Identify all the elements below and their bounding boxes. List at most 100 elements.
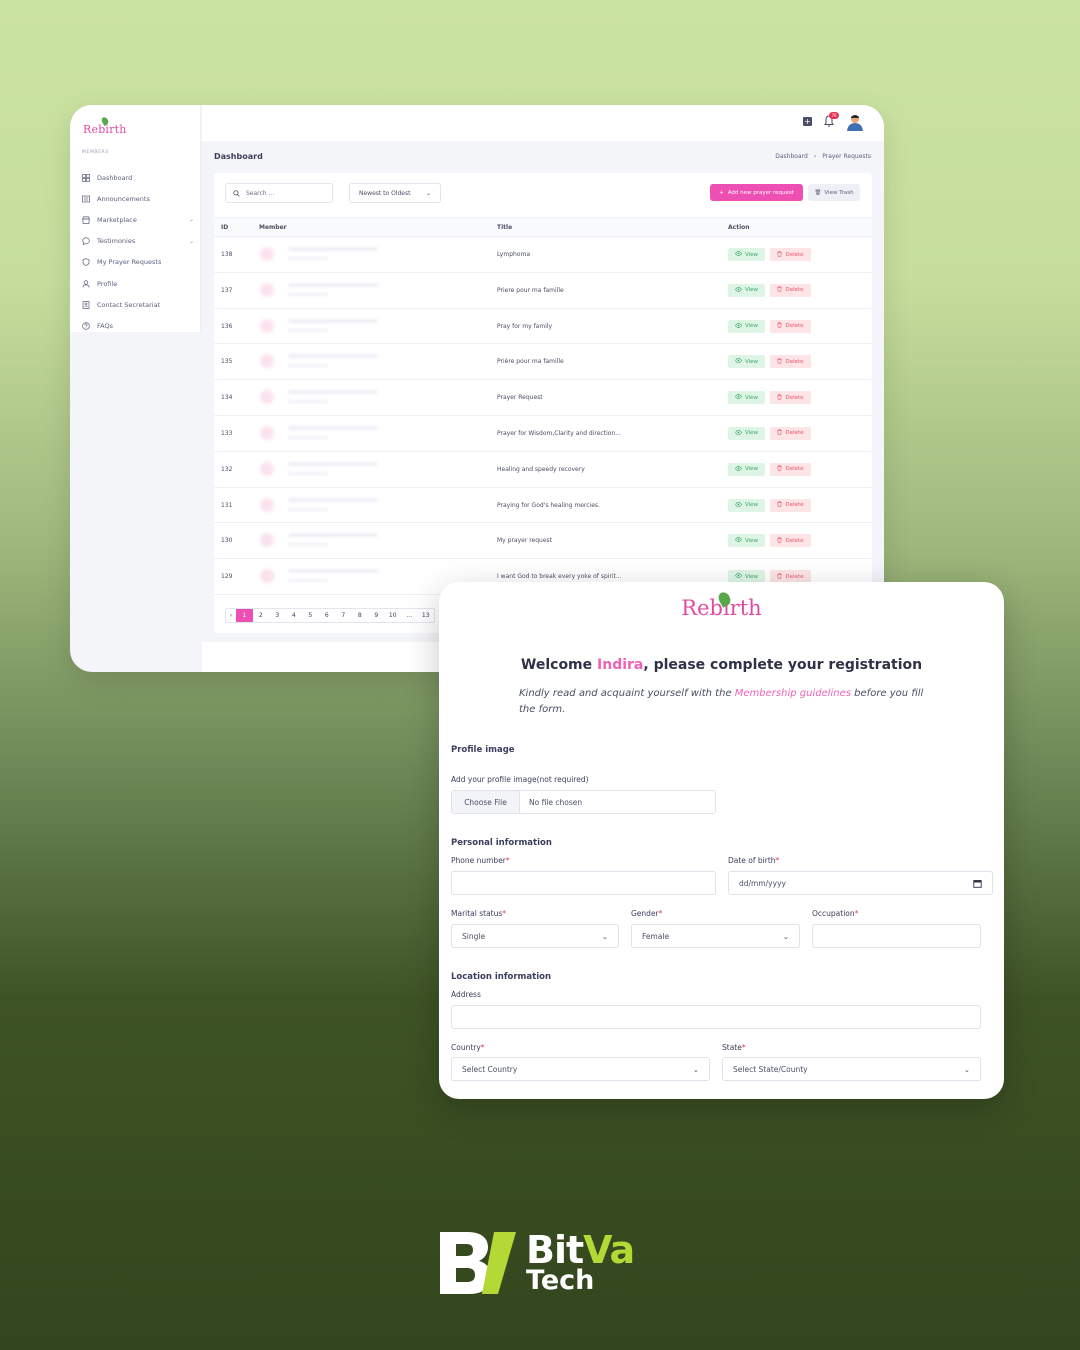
marital-status-select[interactable]: Single ⌄ [451, 924, 619, 948]
notification-badge: 76 [829, 112, 839, 119]
member-avatar-blurred [260, 425, 274, 440]
country-select[interactable]: Select Country ⌄ [451, 1057, 710, 1081]
occupation-input[interactable] [812, 924, 981, 948]
intro-text: Kindly read and acquaint yourself with t… [519, 686, 929, 718]
pagination-page[interactable]: 13 [418, 609, 435, 622]
pagination-page[interactable]: 10 [385, 609, 402, 622]
state-select[interactable]: Select State/County ⌄ [722, 1057, 981, 1081]
pagination-page[interactable]: 6 [319, 609, 336, 622]
gender-select[interactable]: Female ⌄ [631, 924, 800, 948]
sidebar-item-announcements[interactable]: Announcements [82, 188, 194, 209]
member-detail-blurred [288, 257, 328, 260]
view-label: View [744, 394, 759, 401]
view-button[interactable]: View [728, 248, 765, 261]
occupation-label: Occupation* [812, 909, 858, 918]
trash-icon [777, 286, 783, 294]
delete-button[interactable]: Delete [770, 248, 811, 261]
table-row: 137 Priere pour ma famille View Delete [214, 273, 872, 309]
member-avatar-blurred [260, 282, 274, 297]
pagination-page[interactable]: 9 [368, 609, 385, 622]
personal-info-section-title: Personal information [451, 838, 552, 848]
address-book-icon [82, 300, 90, 309]
row-id: 135 [221, 358, 233, 366]
header-member: Member [259, 224, 287, 231]
file-status: No file chosen [529, 797, 583, 807]
delete-button[interactable]: Delete [770, 498, 811, 512]
country-label-text: Country [451, 1043, 481, 1052]
view-button[interactable]: View [728, 426, 765, 440]
view-trash-button[interactable]: 🗑 View Trash [808, 184, 860, 201]
header-title: Title [497, 224, 513, 231]
welcome-suffix: , please complete your registration [643, 657, 923, 673]
view-button[interactable]: View [728, 283, 765, 297]
profile-image-section-title: Profile image [451, 745, 515, 755]
user-avatar[interactable] [846, 113, 864, 131]
add-prayer-request-button[interactable]: + Add new prayer request [710, 184, 803, 201]
sidebar-item-testimonies[interactable]: Testimonies ⌄ [82, 231, 194, 252]
sidebar: Rebirth MEMBERS Dashboard Announcements Ma… [70, 105, 201, 332]
member-detail-blurred [288, 579, 328, 583]
row-title: Healing and speedy recovery [497, 465, 585, 473]
member-avatar-blurred [260, 497, 274, 512]
row-id: 134 [221, 394, 233, 402]
address-label: Address [451, 990, 481, 999]
delete-button[interactable]: Delete [770, 391, 811, 405]
delete-button[interactable]: Delete [770, 319, 811, 333]
delete-button[interactable]: Delete [770, 283, 811, 297]
view-button[interactable]: View [728, 534, 765, 548]
view-button[interactable]: View [728, 391, 765, 405]
phone-number-input[interactable] [451, 871, 716, 895]
member-detail-blurred [288, 507, 328, 511]
pagination-page[interactable]: 1 [236, 609, 253, 622]
required-mark: * [502, 909, 507, 918]
member-name-blurred [288, 425, 378, 430]
profile-image-file-input[interactable]: Choose File No file chosen [451, 790, 716, 814]
view-button[interactable]: View [728, 319, 765, 333]
view-button[interactable]: View [728, 498, 765, 512]
view-label: View [744, 323, 759, 330]
sidebar-logo[interactable]: Rebirth [83, 116, 127, 136]
pagination-page[interactable]: 4 [286, 609, 303, 622]
view-label: View [744, 573, 759, 580]
delete-label: Delete [785, 537, 804, 544]
sidebar-item-faqs[interactable]: FAQs [82, 315, 194, 336]
address-input[interactable] [451, 1005, 981, 1029]
pagination-page[interactable]: 7 [335, 609, 352, 622]
sidebar-item-my-prayer-requests[interactable]: My Prayer Requests [82, 252, 194, 273]
pagination-page[interactable]: 2 [253, 609, 270, 622]
view-label: View [744, 287, 759, 294]
calendar-icon[interactable] [973, 879, 982, 888]
chat-bubble-icon [82, 237, 90, 246]
sidebar-item-marketplace[interactable]: Marketplace ⌄ [82, 209, 194, 230]
search-input[interactable]: Search ... [225, 183, 333, 203]
view-button[interactable]: View [728, 462, 765, 476]
pagination-prev[interactable]: ‹ [226, 609, 236, 622]
prayer-requests-card: Search ... Newest to Oldest ⌄ + Add new … [214, 173, 872, 633]
pagination-page[interactable]: 3 [269, 609, 286, 622]
sidebar-item-dashboard[interactable]: Dashboard [82, 167, 194, 188]
pagination-page[interactable]: 8 [352, 609, 369, 622]
table-row: 130 My prayer request View Delete [214, 523, 872, 560]
pagination-page[interactable]: ... [401, 609, 418, 622]
delete-button[interactable]: Delete [770, 355, 811, 369]
view-button[interactable]: View [728, 355, 765, 369]
sidebar-item-profile[interactable]: Profile [82, 273, 194, 294]
row-id: 132 [221, 465, 233, 473]
sidebar-section-label: MEMBERS [82, 150, 109, 155]
membership-guidelines-link[interactable]: Membership guidelines [735, 688, 851, 699]
sidebar-item-contact-secretariat[interactable]: Contact Secretariat [82, 294, 194, 315]
delete-button[interactable]: Delete [770, 426, 811, 440]
delete-button[interactable]: Delete [770, 534, 811, 548]
sort-select[interactable]: Newest to Oldest ⌄ [349, 183, 441, 203]
delete-label: Delete [785, 502, 804, 509]
delete-button[interactable]: Delete [770, 462, 811, 476]
date-of-birth-input[interactable]: dd/mm/yyyy [728, 871, 993, 895]
pagination-page[interactable]: 5 [302, 609, 319, 622]
choose-file-button[interactable]: Choose File [452, 791, 520, 813]
sidebar-item-label: My Prayer Requests [97, 258, 162, 267]
trash-icon [777, 537, 783, 545]
add-square-icon[interactable]: + [803, 117, 812, 126]
profile-image-label: Add your profile image(not required) [451, 775, 589, 784]
row-title: Lymphoma [497, 251, 530, 258]
breadcrumb-home[interactable]: Dashboard [775, 153, 808, 160]
